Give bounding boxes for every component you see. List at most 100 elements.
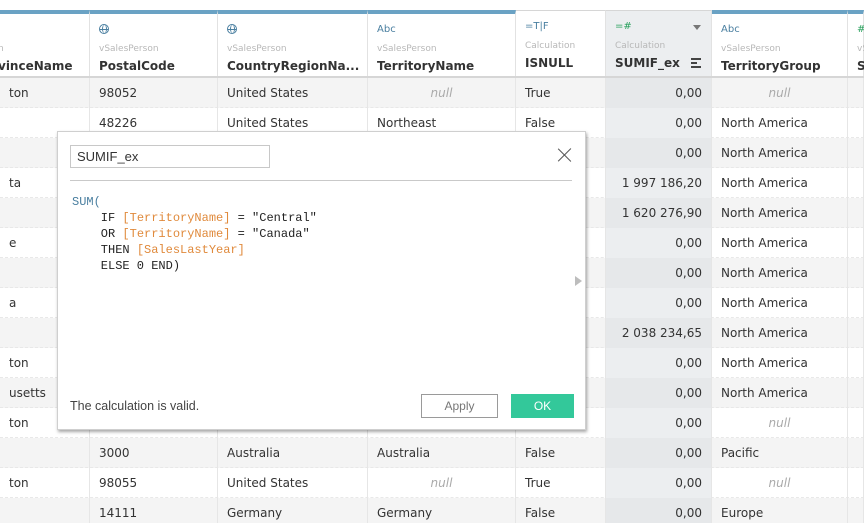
formula-token: = "Central" <box>230 211 317 225</box>
boolean-calc-icon: =T|F <box>525 21 549 32</box>
table-row: ton 98052 United States null True 0,00 null <box>0 78 864 108</box>
table-cell: null <box>368 468 516 498</box>
formula-token: OR <box>72 227 123 241</box>
table-cell: 0,00 <box>606 288 712 318</box>
formula-line: ELSE 0 END) <box>72 258 565 274</box>
column-menu-dropdown-icon[interactable] <box>693 25 701 30</box>
column-source: Calculation <box>615 41 666 51</box>
table-cell <box>848 108 864 138</box>
column-source: vS <box>857 44 864 54</box>
table-cell: ton <box>0 468 90 498</box>
column-source: vSalesPerson <box>227 44 287 54</box>
table-cell: North America <box>712 318 848 348</box>
divider <box>70 180 572 181</box>
sort-icon[interactable] <box>691 58 701 70</box>
column-name: TerritoryGroup <box>721 59 821 73</box>
validation-status: The calculation is valid. <box>70 399 200 413</box>
table-cell: Germany <box>368 498 516 523</box>
table-cell: False <box>516 438 606 468</box>
table-cell: 0,00 <box>606 138 712 168</box>
table-cell: Pacific <box>712 438 848 468</box>
table-cell: United States <box>218 78 368 108</box>
table-cell: 2 038 234,65 <box>606 318 712 348</box>
table-cell <box>848 258 864 288</box>
table-cell <box>0 438 90 468</box>
formula-token: = "Canada" <box>230 227 310 241</box>
table-cell: North America <box>712 348 848 378</box>
table-cell: 0,00 <box>606 228 712 258</box>
column-source: n <box>0 44 4 54</box>
column-name: SUMIF_ex <box>615 56 680 70</box>
table-cell: null <box>712 78 848 108</box>
table-cell: 0,00 <box>606 108 712 138</box>
column-name: vinceName <box>0 59 73 73</box>
globe-icon <box>227 24 237 37</box>
table-cell: Europe <box>712 498 848 523</box>
formula-token: THEN <box>72 243 137 257</box>
table-cell: null <box>368 78 516 108</box>
table-cell: North America <box>712 138 848 168</box>
table-cell: 0,00 <box>606 258 712 288</box>
column-name: S <box>857 59 864 73</box>
table-cell: True <box>516 468 606 498</box>
column-header-7[interactable]: # vS S <box>848 10 864 76</box>
expand-panel-arrow-icon[interactable] <box>575 276 582 286</box>
field-reference: [SalesLastYear] <box>136 243 245 257</box>
string-type-icon: Abc <box>721 24 740 35</box>
table-cell <box>848 378 864 408</box>
table-cell <box>848 198 864 228</box>
table-cell: 0,00 <box>606 498 712 523</box>
table-cell <box>0 498 90 523</box>
table-cell <box>848 318 864 348</box>
column-name: CountryRegionNa... <box>227 59 360 73</box>
table-cell <box>848 468 864 498</box>
formula-token: ELSE 0 END) <box>72 259 181 273</box>
formula-line: THEN [SalesLastYear] <box>72 242 565 258</box>
column-header-0[interactable]: n vinceName <box>0 10 90 76</box>
number-calc-icon: =# <box>615 21 632 32</box>
formula-token: IF <box>72 211 123 225</box>
table-cell: 0,00 <box>606 78 712 108</box>
table-cell: North America <box>712 108 848 138</box>
table-row: 14111 Germany Germany False 0,00 Europe <box>0 498 864 523</box>
column-header-1[interactable]: vSalesPerson PostalCode <box>90 10 218 76</box>
table-cell: ton <box>0 78 90 108</box>
formula-line: IF [TerritoryName] = "Central" <box>72 210 565 226</box>
table-cell: 0,00 <box>606 408 712 438</box>
table-cell: 0,00 <box>606 438 712 468</box>
table-cell: 98052 <box>90 78 218 108</box>
column-source: vSalesPerson <box>99 44 159 54</box>
table-cell: 14111 <box>90 498 218 523</box>
table-cell: 98055 <box>90 468 218 498</box>
column-header-4[interactable]: =T|F Calculation ISNULL <box>516 10 606 76</box>
table-cell: null <box>712 408 848 438</box>
calculation-name-input[interactable] <box>70 145 270 168</box>
field-reference: [TerritoryName] <box>122 227 231 241</box>
apply-button[interactable]: Apply <box>421 394 498 418</box>
column-header-2[interactable]: vSalesPerson CountryRegionNa... <box>218 10 368 76</box>
table-cell: 1 997 186,20 <box>606 168 712 198</box>
table-cell: Australia <box>368 438 516 468</box>
table-cell: False <box>516 498 606 523</box>
column-source: vSalesPerson <box>377 44 437 54</box>
column-header-row: n vinceName vSalesPerson PostalCode vSalesPe… <box>0 10 864 78</box>
column-header-5[interactable]: =# Calculation SUMIF_ex <box>606 10 712 76</box>
table-cell: North America <box>712 198 848 228</box>
formula-editor[interactable]: SUM( IF [TerritoryName] = "Central" OR [… <box>72 194 565 374</box>
table-cell: North America <box>712 168 848 198</box>
ok-button[interactable]: OK <box>511 394 574 418</box>
table-cell: null <box>712 468 848 498</box>
column-header-3[interactable]: Abc vSalesPerson TerritoryName <box>368 10 516 76</box>
column-header-6[interactable]: Abc vSalesPerson TerritoryGroup <box>712 10 848 76</box>
formula-line: SUM( <box>72 194 565 210</box>
table-cell: True <box>516 78 606 108</box>
string-type-icon: Abc <box>377 24 396 35</box>
column-name: PostalCode <box>99 59 175 73</box>
number-type-icon: # <box>857 24 864 35</box>
column-source: Calculation <box>525 41 576 51</box>
table-cell <box>848 438 864 468</box>
table-cell <box>848 138 864 168</box>
table-cell: 0,00 <box>606 348 712 378</box>
close-icon[interactable] <box>557 147 573 163</box>
table-cell: United States <box>218 468 368 498</box>
